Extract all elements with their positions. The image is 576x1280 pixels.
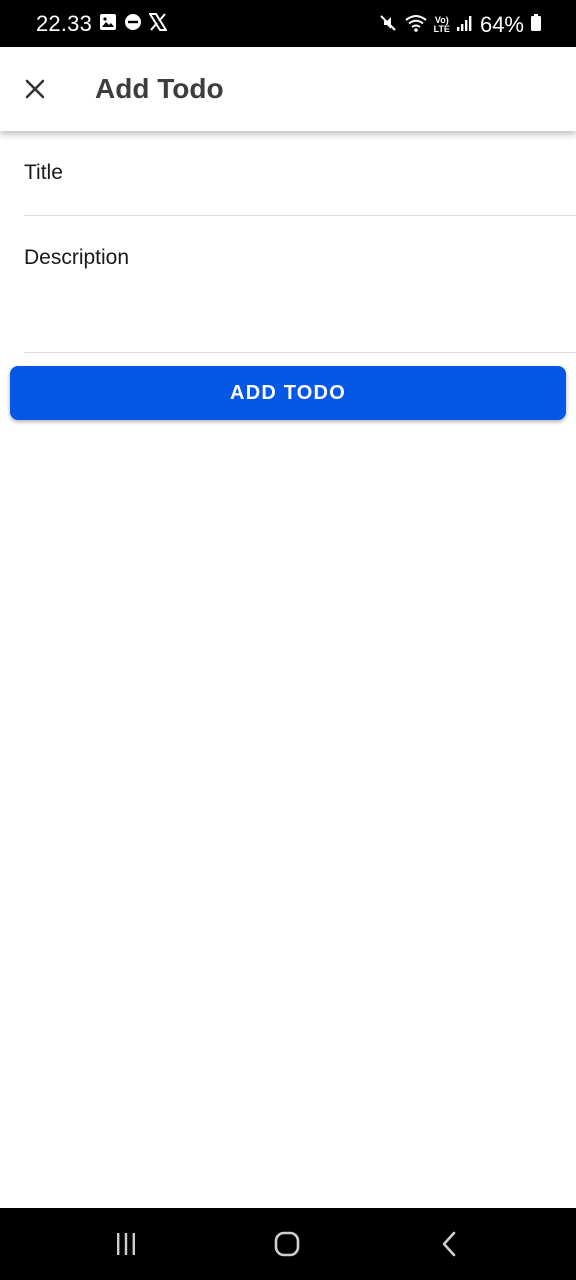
- page-title: Add Todo: [95, 73, 224, 104]
- status-time: 22.33: [36, 11, 93, 36]
- x-logo-icon: [148, 12, 168, 36]
- do-not-disturb-icon: [124, 13, 142, 36]
- screen: 22.33 Vo) LTE 64% Add Todo Title Descrip…: [0, 0, 576, 1280]
- back-button[interactable]: [429, 1226, 469, 1262]
- wifi-icon: [404, 13, 428, 38]
- recent-apps-button[interactable]: [106, 1226, 146, 1262]
- gallery-icon: [99, 13, 117, 36]
- battery-icon: [530, 13, 542, 38]
- status-left-icons: [99, 12, 168, 36]
- lte-indicator: Vo) LTE: [434, 16, 450, 34]
- close-button[interactable]: [18, 72, 52, 106]
- description-field-label: Description: [24, 246, 130, 269]
- description-field[interactable]: Description: [24, 216, 576, 353]
- title-field[interactable]: Title: [24, 131, 576, 216]
- close-icon: [25, 79, 45, 99]
- battery-percentage: 64%: [479, 12, 524, 37]
- home-button[interactable]: [267, 1226, 307, 1262]
- home-icon: [274, 1231, 300, 1257]
- add-todo-button[interactable]: ADD TODO: [10, 366, 566, 420]
- title-field-label: Title: [24, 161, 63, 184]
- status-bar: 22.33 Vo) LTE 64%: [0, 0, 576, 47]
- mute-icon: [378, 13, 398, 38]
- lte-bottom-label: LTE: [433, 24, 450, 34]
- status-right-icons: Vo) LTE 64%: [378, 11, 542, 39]
- recent-apps-icon: [117, 1233, 135, 1255]
- navigation-bar: [0, 1208, 576, 1280]
- back-icon: [442, 1231, 456, 1257]
- app-bar: Add Todo: [0, 47, 576, 131]
- signal-icon: [456, 13, 474, 38]
